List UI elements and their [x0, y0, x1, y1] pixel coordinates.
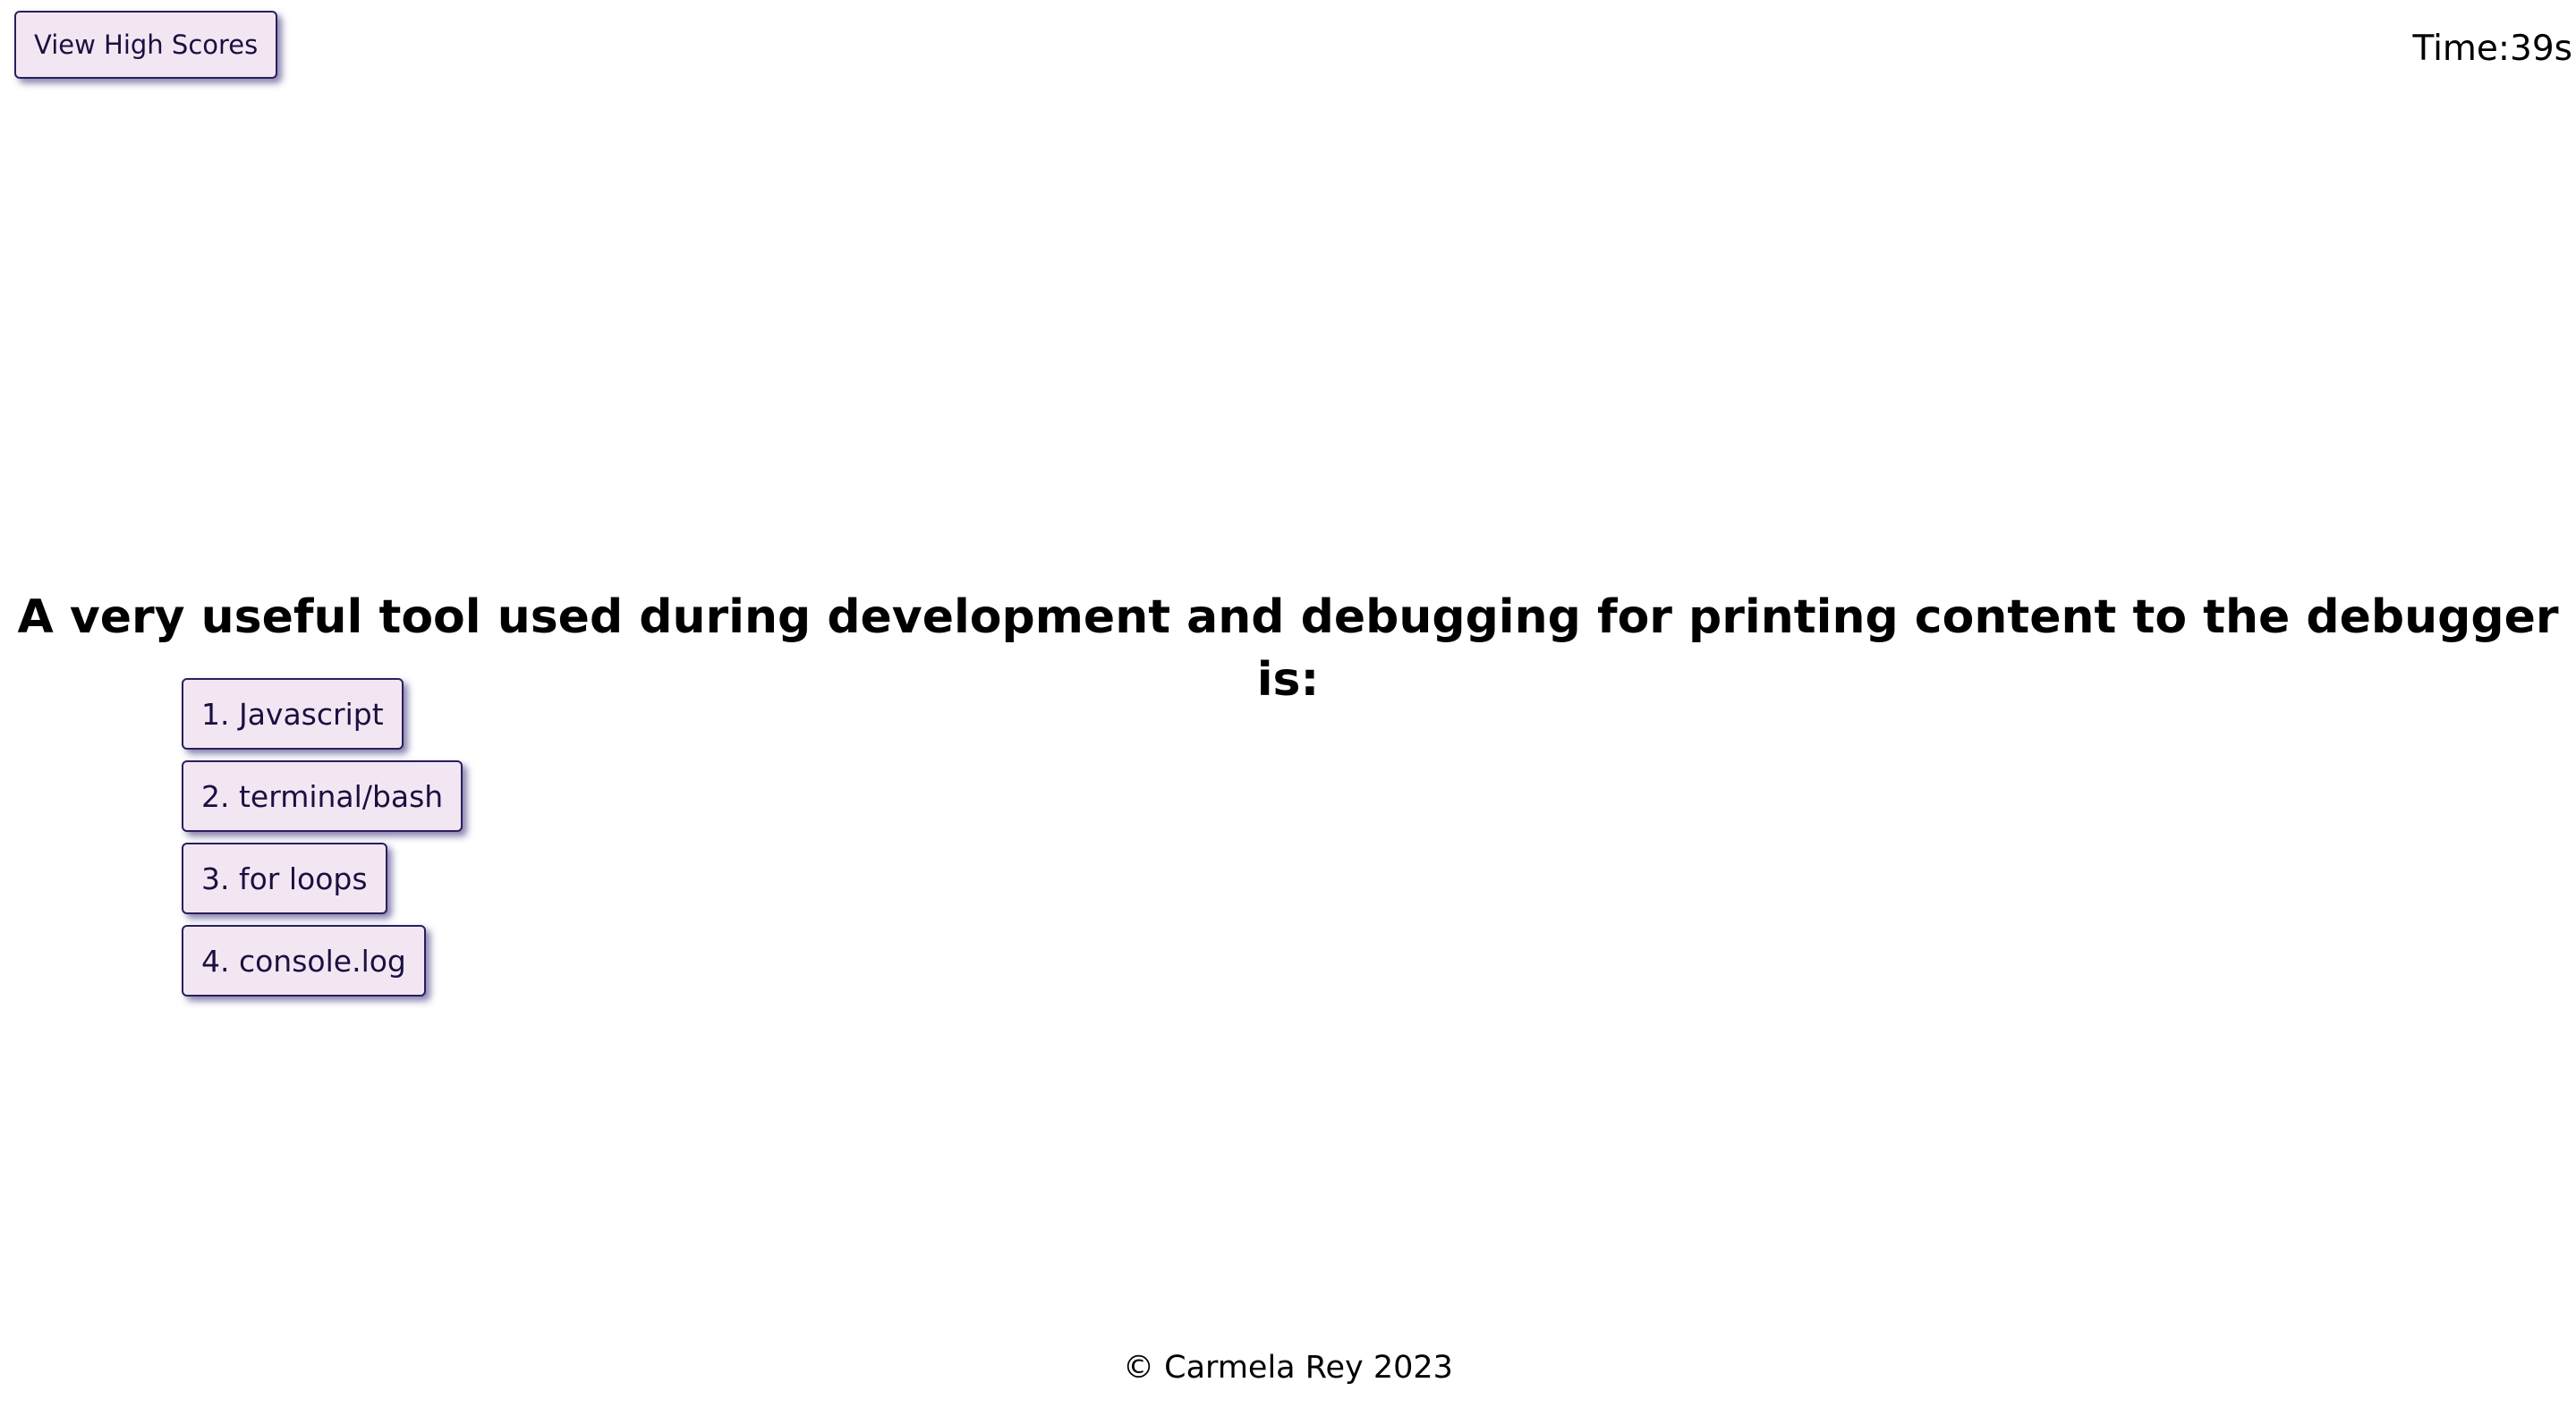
- choice-button-3[interactable]: 3. for loops: [182, 843, 387, 914]
- answer-choices: 1. Javascript 2. terminal/bash 3. for lo…: [182, 678, 463, 997]
- copyright-footer: © Carmela Rey 2023: [1123, 1350, 1453, 1386]
- choice-button-4[interactable]: 4. console.log: [182, 925, 426, 997]
- quiz-page: View High Scores Time:39s A very useful …: [0, 0, 2576, 1408]
- timer-display: Time:39s: [2412, 29, 2572, 69]
- view-high-scores-button[interactable]: View High Scores: [14, 11, 278, 79]
- choice-button-2[interactable]: 2. terminal/bash: [182, 760, 463, 832]
- choice-button-1[interactable]: 1. Javascript: [182, 678, 404, 750]
